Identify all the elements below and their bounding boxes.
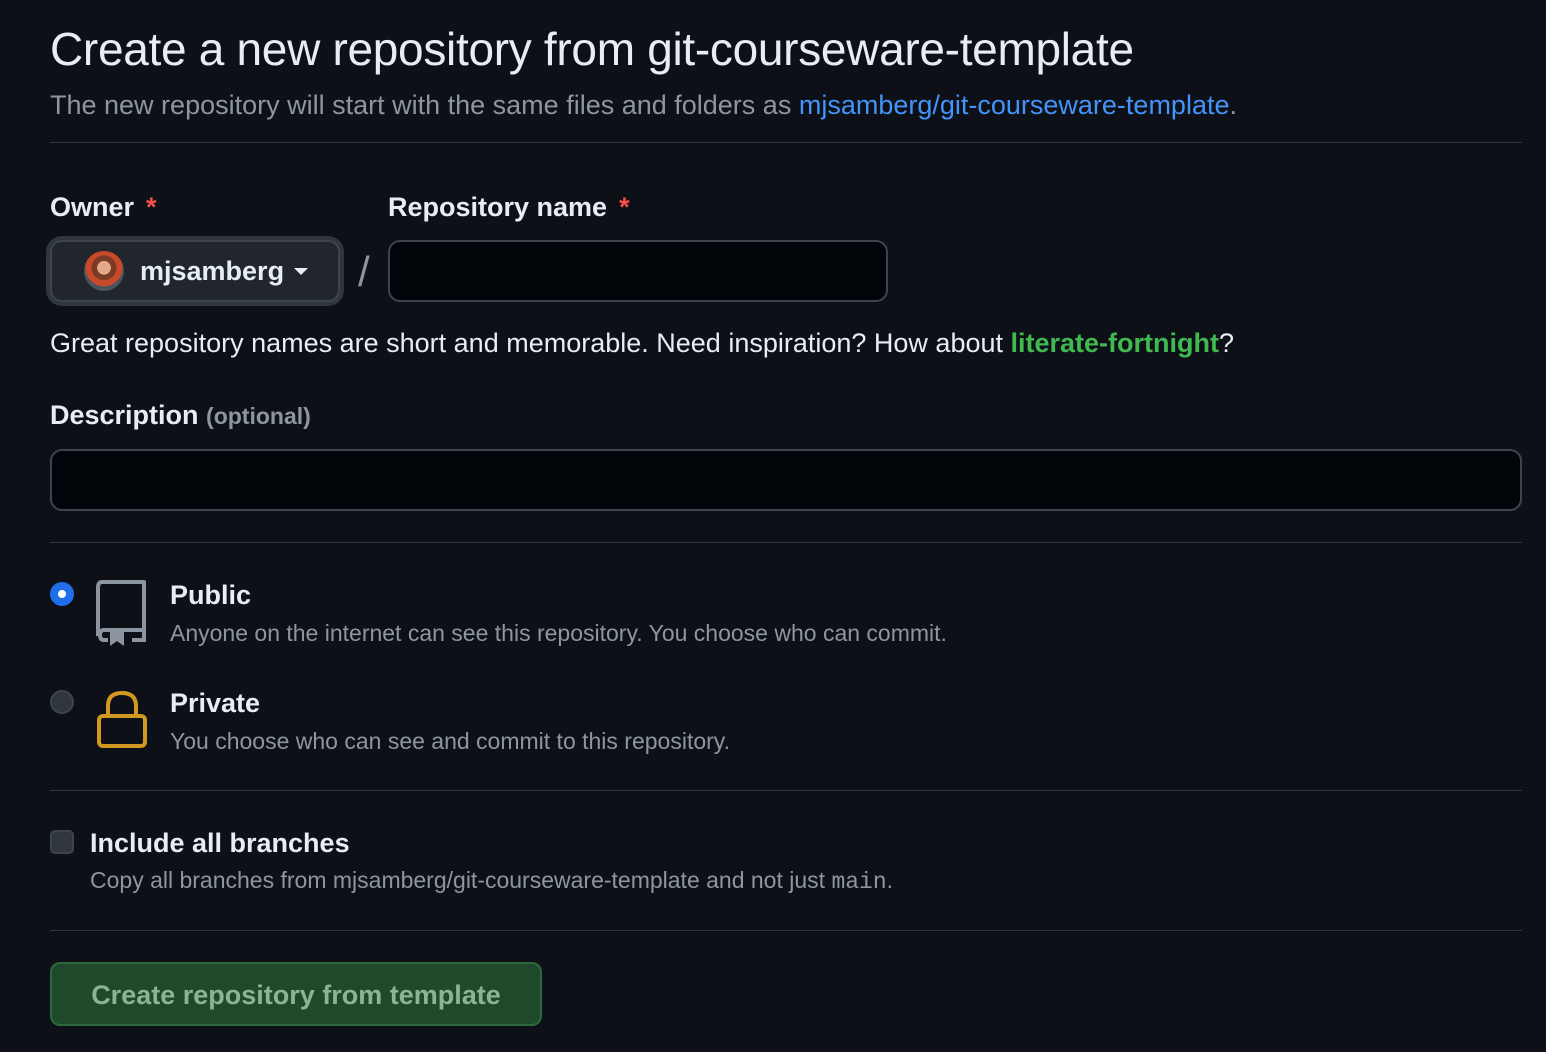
branches-desc-text: Copy all branches from mjsamberg/git-cou… — [90, 867, 832, 893]
owner-label: Owner * — [50, 192, 157, 223]
divider — [50, 542, 1522, 543]
create-repo-page: Create a new repository from git-coursew… — [0, 0, 1546, 1052]
hint-suffix: ? — [1219, 328, 1235, 358]
owner-name: mjsamberg — [140, 255, 285, 286]
description-input[interactable] — [50, 449, 1522, 511]
repo-name-label-text: Repository name — [388, 192, 608, 222]
required-mark: * — [619, 192, 630, 222]
page-subtitle: The new repository will start with the s… — [50, 90, 1237, 121]
divider — [50, 790, 1522, 791]
subtitle-text: The new repository will start with the s… — [50, 90, 799, 120]
public-radio[interactable] — [50, 582, 74, 606]
create-repository-button[interactable]: Create repository from template — [50, 962, 542, 1026]
subtitle-suffix: . — [1229, 90, 1237, 120]
description-label: Description (optional) — [50, 400, 311, 431]
caret-down-icon — [294, 267, 309, 275]
description-label-text: Description — [50, 400, 199, 430]
branch-code: main — [831, 869, 887, 895]
divider — [50, 142, 1522, 143]
hint-text: Great repository names are short and mem… — [50, 328, 1011, 358]
template-link[interactable]: mjsamberg/git-courseware-template — [799, 90, 1230, 120]
divider — [50, 930, 1522, 931]
private-title: Private — [170, 688, 261, 718]
lock-icon — [97, 690, 147, 748]
owner-dropdown[interactable]: mjsamberg — [50, 240, 340, 302]
public-title: Public — [170, 580, 252, 610]
include-branches-description: Copy all branches from mjsamberg/git-cou… — [90, 867, 893, 895]
avatar — [84, 251, 124, 291]
private-description: You choose who can see and commit to thi… — [170, 728, 730, 754]
repo-name-input[interactable] — [388, 240, 888, 302]
branches-desc-suffix: . — [886, 867, 894, 893]
repo-name-label: Repository name * — [388, 192, 630, 223]
optional-tag: (optional) — [206, 403, 311, 429]
repo-name-hint: Great repository names are short and mem… — [50, 328, 1234, 359]
repo-icon — [96, 580, 146, 646]
owner-label-text: Owner — [50, 192, 135, 222]
public-description: Anyone on the internet can see this repo… — [170, 620, 947, 646]
page-title: Create a new repository from git-coursew… — [50, 23, 1134, 75]
owner-repo-separator: / — [358, 248, 370, 295]
required-mark: * — [146, 192, 157, 222]
include-branches-label: Include all branches — [90, 828, 350, 858]
private-radio[interactable] — [50, 690, 74, 714]
name-suggestion-link[interactable]: literate-fortnight — [1011, 328, 1220, 358]
include-branches-checkbox[interactable] — [50, 830, 74, 854]
